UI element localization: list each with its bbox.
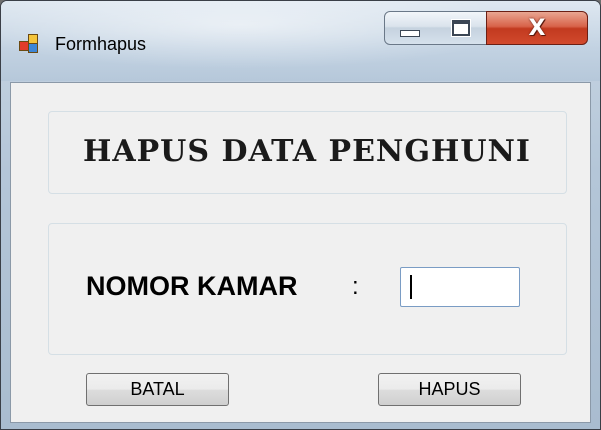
page-title: HAPUS DATA PENGHUNI (83, 134, 531, 169)
close-button[interactable]: X (486, 11, 588, 45)
hapus-button[interactable]: HAPUS (378, 373, 521, 406)
minimize-button[interactable] (384, 11, 436, 45)
heading-panel: HAPUS DATA PENGHUNI (48, 111, 567, 194)
app-icon-square-blue (28, 43, 38, 53)
maximize-button[interactable] (435, 11, 487, 45)
nomor-kamar-input[interactable] (400, 267, 520, 307)
app-icon[interactable] (19, 34, 39, 53)
batal-button[interactable]: BATAL (86, 373, 229, 406)
app-window: Formhapus X HAPUS DATA PENGHUNI NOMOR KA… (0, 0, 601, 430)
title-bar[interactable]: Formhapus X (1, 1, 600, 81)
close-icon: X (528, 15, 546, 41)
maximize-icon (451, 20, 470, 36)
text-caret (410, 275, 412, 299)
nomor-kamar-label: NOMOR KAMAR (86, 271, 298, 301)
input-panel: NOMOR KAMAR : (48, 223, 567, 355)
minimize-icon (400, 29, 420, 37)
window-title: Formhapus (55, 34, 147, 54)
form-client-area: HAPUS DATA PENGHUNI NOMOR KAMAR : BATAL … (10, 82, 591, 423)
label-colon: : (352, 273, 359, 300)
